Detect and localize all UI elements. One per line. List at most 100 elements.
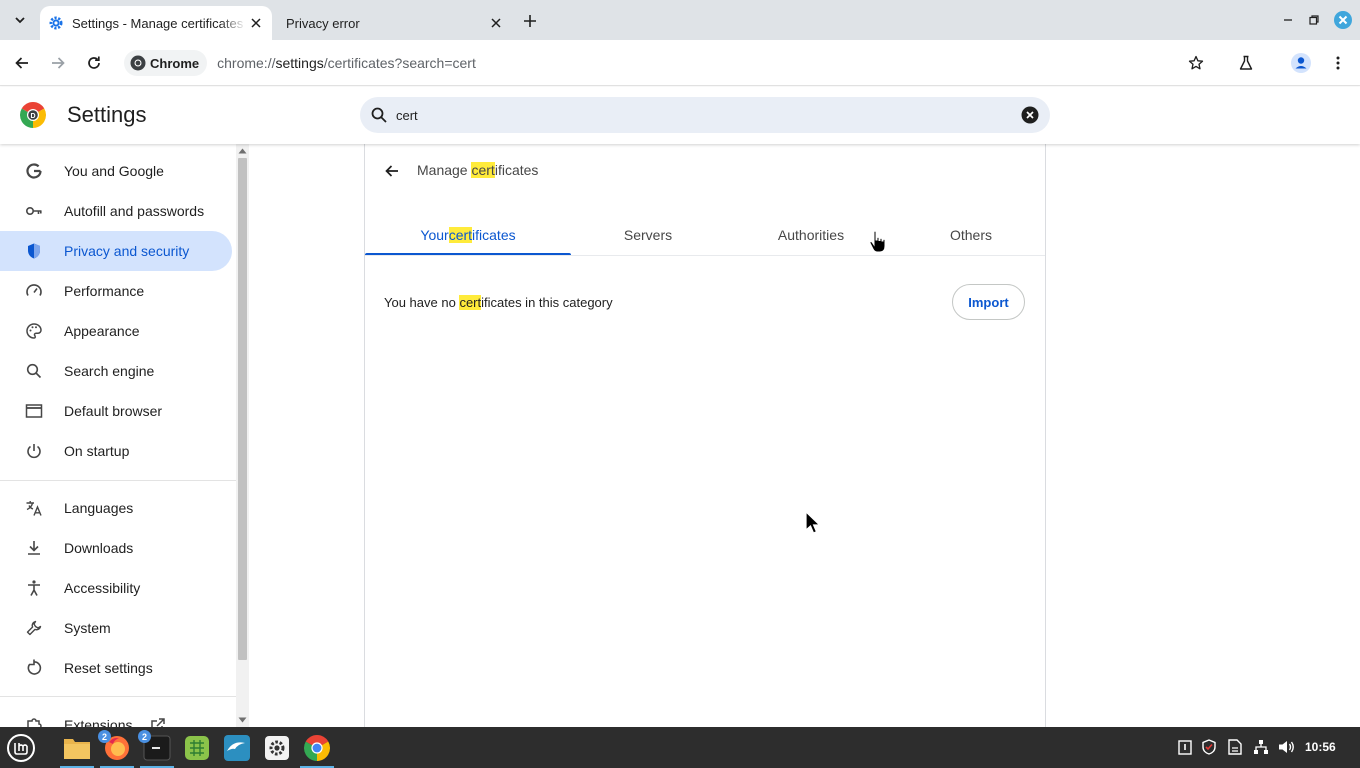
sidebar-item-label: Performance	[64, 283, 145, 299]
shield-icon	[1202, 739, 1216, 755]
tray-shield[interactable]	[1200, 738, 1218, 756]
sidebar-item-on-startup[interactable]: On startup	[0, 431, 232, 471]
chrome-dev-logo-icon: D	[20, 102, 46, 128]
chip-label: Chrome	[150, 55, 200, 71]
tab-your-certificates[interactable]: Your cert ificates	[365, 216, 571, 254]
sidebar-item-label: You and Google	[64, 163, 164, 179]
bookmark-button[interactable]	[1184, 51, 1208, 75]
sidebar-item-reset-settings[interactable]: Reset settings	[0, 648, 232, 688]
volume-icon	[1279, 741, 1294, 753]
taskbar-chrome[interactable]	[300, 731, 334, 768]
sidebar-item-system[interactable]: System	[0, 608, 232, 648]
close-icon	[491, 18, 501, 28]
sidebar-item-accessibility[interactable]: Accessibility	[0, 568, 232, 608]
taskbar-terminal[interactable]: 2	[138, 730, 174, 768]
menu-button[interactable]	[1326, 51, 1350, 75]
taskbar-settings[interactable]	[260, 731, 294, 765]
restore-icon	[1309, 15, 1319, 25]
arrow-left-icon	[15, 57, 28, 69]
taskbar-files[interactable]	[60, 731, 94, 768]
sidebar-item-label: Extensions	[64, 717, 133, 727]
settings-header: D Settings	[0, 87, 1360, 144]
tray-volume[interactable]	[1278, 738, 1296, 756]
tray-clipboard[interactable]	[1176, 738, 1194, 756]
import-button[interactable]: Import	[952, 284, 1025, 320]
tab-strip: Settings - Manage certificates Privacy e…	[0, 0, 1360, 40]
sidebar-item-label: Privacy and security	[64, 243, 190, 259]
sidebar-item-downloads[interactable]: Downloads	[0, 528, 232, 568]
tab-close-button[interactable]	[246, 13, 266, 33]
tray-network[interactable]	[1252, 738, 1270, 756]
tab-search-button[interactable]	[6, 7, 34, 33]
sidebar-item-languages[interactable]: Languages	[0, 488, 232, 528]
notification-badge: 2	[138, 730, 151, 743]
back-button[interactable]	[10, 51, 34, 75]
sidebar-item-search-engine[interactable]: Search engine	[0, 351, 232, 391]
minimize-button[interactable]	[1277, 9, 1299, 31]
manage-certificates-card: Manage certificates Your cert ificates Se…	[364, 144, 1046, 727]
arrow-right-icon	[52, 57, 65, 69]
tab-others[interactable]: Others	[897, 216, 1045, 254]
new-tab-button[interactable]	[518, 9, 542, 33]
chrome-logo-icon	[130, 55, 146, 71]
download-icon	[24, 538, 44, 558]
sidebar-item-performance[interactable]: Performance	[0, 271, 232, 311]
sidebar-item-appearance[interactable]: Appearance	[0, 311, 232, 351]
back-button[interactable]	[381, 160, 403, 182]
shield-icon	[24, 241, 44, 261]
system-taskbar: 2 2 10:56	[0, 727, 1360, 768]
tray-notes[interactable]	[1226, 738, 1244, 756]
sidebar-item-label: System	[64, 620, 111, 636]
wrench-icon	[24, 618, 44, 638]
sidebar-scrollbar[interactable]	[236, 144, 249, 727]
network-icon	[1254, 740, 1268, 754]
hand-cursor-icon	[869, 230, 886, 253]
sidebar-item-privacy-security[interactable]: Privacy and security	[0, 231, 232, 271]
sidebar-item-label: Appearance	[64, 323, 140, 339]
sidebar-item-extensions[interactable]: Extensions	[0, 705, 232, 727]
sidebar-item-default-browser[interactable]: Default browser	[0, 391, 232, 431]
url-text: chrome://settings/certificates?search=ce…	[217, 55, 476, 71]
taskbar-calculator[interactable]	[180, 731, 214, 765]
sidebar-item-label: Downloads	[64, 540, 134, 556]
search-icon	[24, 361, 44, 381]
tab-privacy-error[interactable]: Privacy error	[276, 6, 512, 40]
scroll-up-icon[interactable]	[238, 147, 247, 155]
more-vert-icon	[1336, 56, 1340, 70]
taskbar-firefox[interactable]: 2	[98, 730, 134, 768]
clear-search-icon[interactable]	[1020, 105, 1040, 125]
tab-close-button[interactable]	[486, 13, 506, 33]
sidebar-item-autofill[interactable]: Autofill and passwords	[0, 191, 232, 231]
key-icon	[24, 201, 44, 221]
sidebar-divider	[0, 696, 236, 697]
start-menu-button[interactable]	[4, 731, 38, 765]
forward-button[interactable]	[46, 51, 70, 75]
scroll-down-icon[interactable]	[238, 716, 247, 724]
labs-button[interactable]	[1234, 51, 1258, 75]
profile-button[interactable]	[1289, 51, 1313, 75]
clipboard-icon	[1178, 740, 1192, 755]
tab-settings[interactable]: Settings - Manage certificates	[40, 6, 272, 40]
document-icon	[1228, 739, 1242, 755]
settings-search-input[interactable]	[396, 107, 1020, 123]
reset-icon	[24, 658, 44, 678]
notification-badge: 2	[98, 730, 111, 743]
site-info-chip[interactable]: Chrome	[124, 50, 208, 76]
address-bar[interactable]: Chrome chrome://settings/certificates?se…	[120, 46, 1220, 80]
google-g-icon	[24, 161, 44, 181]
sidebar-item-label: Accessibility	[64, 580, 141, 596]
tab-servers[interactable]: Servers	[571, 216, 725, 254]
sidebar-item-label: Languages	[64, 500, 134, 516]
mint-logo-icon	[7, 734, 35, 762]
sidebar-item-you-and-google[interactable]: You and Google	[0, 151, 232, 191]
spreadsheet-icon	[185, 736, 209, 760]
palette-icon	[24, 321, 44, 341]
scrollbar-thumb[interactable]	[238, 158, 247, 660]
browser-toolbar: Chrome chrome://settings/certificates?se…	[0, 40, 1360, 86]
gear-icon	[49, 16, 63, 30]
arrow-cursor-icon	[805, 510, 821, 534]
taskbar-mysql-workbench[interactable]	[220, 731, 254, 765]
reload-button[interactable]	[82, 51, 106, 75]
maximize-button[interactable]	[1303, 9, 1325, 31]
close-window-button[interactable]	[1332, 9, 1354, 31]
